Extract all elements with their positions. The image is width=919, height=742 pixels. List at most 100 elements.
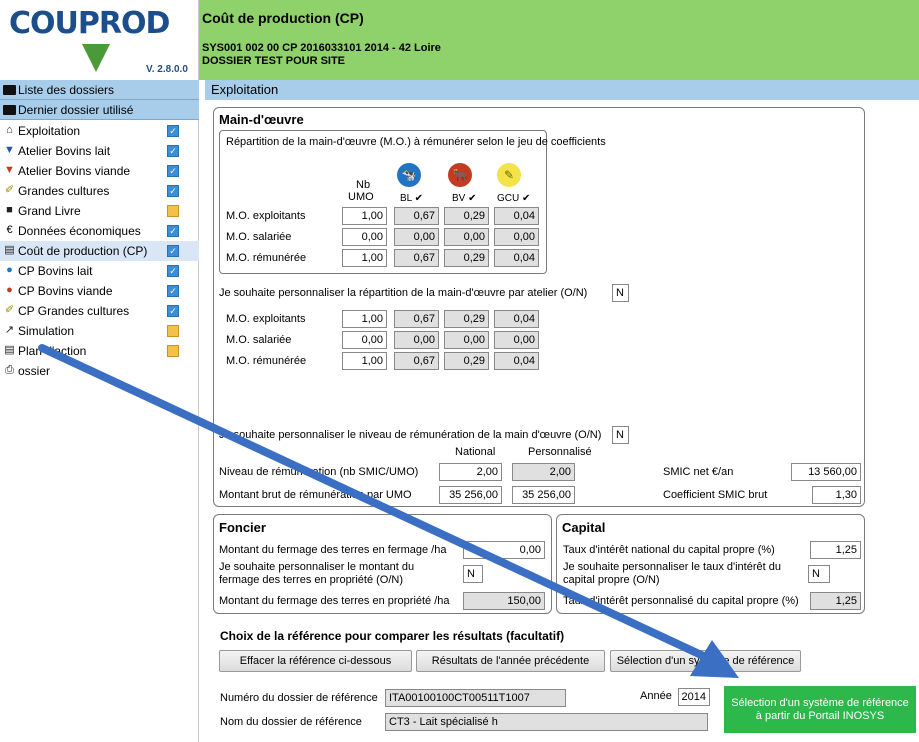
coef-smic-field[interactable]: 1,30 bbox=[812, 486, 861, 504]
mo-value-field[interactable]: 0,00 bbox=[342, 228, 387, 246]
sidebar-item-label: CP Grandes cultures bbox=[18, 304, 130, 318]
row-label: M.O. exploitants bbox=[226, 210, 306, 222]
mo-value-field[interactable]: 1,00 bbox=[342, 249, 387, 267]
mo-value-field[interactable]: 0,29 bbox=[444, 310, 489, 328]
ref-year-label: Année bbox=[640, 690, 672, 702]
capital-personnalise-field[interactable]: 1,25 bbox=[810, 592, 861, 610]
dairy-cow-icon: 🐄 bbox=[397, 163, 421, 187]
status-checkbox[interactable]: ✓ bbox=[167, 225, 179, 237]
sidebar-item-label: Grand Livre bbox=[18, 204, 81, 218]
foncier-title: Foncier bbox=[219, 520, 266, 535]
section-bar: Exploitation bbox=[205, 80, 919, 100]
mo-value-field[interactable]: 0,29 bbox=[444, 207, 489, 225]
mo-value-field[interactable]: 0,04 bbox=[494, 352, 539, 370]
montant-national-field[interactable]: 35 256,00 bbox=[439, 486, 502, 504]
sidebar-item[interactable]: ▼ Atelier Bovins viande ✓ bbox=[0, 161, 199, 181]
status-checkbox[interactable]: ✓ bbox=[167, 125, 179, 137]
status-checkbox[interactable]: ✓ bbox=[167, 245, 179, 257]
status-checkbox[interactable]: ✓ bbox=[167, 285, 179, 297]
sidebar-head-label: Dernier dossier utilisé bbox=[18, 103, 134, 117]
status-checkbox[interactable] bbox=[167, 325, 179, 337]
clear-reference-button[interactable]: Effacer la référence ci-dessous bbox=[219, 650, 412, 672]
capital-national-label: Taux d'intérêt national du capital propr… bbox=[563, 544, 775, 556]
app-logo: COUPROD bbox=[9, 6, 170, 41]
status-checkbox[interactable] bbox=[167, 205, 179, 217]
mo-value-field[interactable]: 0,67 bbox=[394, 207, 439, 225]
mo-value-field[interactable]: 0,00 bbox=[494, 228, 539, 246]
sidebar-item[interactable]: ✐ CP Grandes cultures ✓ bbox=[0, 301, 199, 321]
montant-personnalise-field[interactable]: 35 256,00 bbox=[512, 486, 575, 504]
mo-value-field[interactable]: 0,00 bbox=[394, 331, 439, 349]
sidebar-item[interactable]: ● CP Bovins viande ✓ bbox=[0, 281, 199, 301]
foncier-perso-label-2: fermage des terres en propriété (O/N) bbox=[219, 574, 404, 586]
niveau-national-field[interactable]: 2,00 bbox=[439, 463, 502, 481]
sidebar-item[interactable]: ▼ Atelier Bovins lait ✓ bbox=[0, 141, 199, 161]
cow-head-icon: ▼ bbox=[4, 164, 15, 176]
wheat-icon: ✎ bbox=[497, 163, 521, 187]
sidebar-dossier-list[interactable]: Liste des dossiers bbox=[0, 80, 199, 100]
sidebar-item-label: Atelier Bovins viande bbox=[18, 164, 131, 178]
mo-value-field[interactable]: 0,00 bbox=[444, 228, 489, 246]
sidebar-item[interactable]: ⌂ Exploitation ✓ bbox=[0, 121, 199, 141]
sidebar-item[interactable]: ✐ Grandes cultures ✓ bbox=[0, 181, 199, 201]
row-label: M.O. rémunérée bbox=[226, 252, 307, 264]
sidebar-item[interactable]: ▤ Coût de production (CP) ✓ bbox=[0, 241, 199, 261]
mo-value-field[interactable]: 0,00 bbox=[494, 331, 539, 349]
row-label: M.O. exploitants bbox=[226, 313, 306, 325]
status-checkbox[interactable]: ✓ bbox=[167, 305, 179, 317]
dossier-code: SYS001 002 00 CP 2016033101 2014 - 42 Lo… bbox=[202, 42, 441, 54]
wheat-icon: ✐ bbox=[4, 184, 15, 196]
ref-title: Choix de la référence pour comparer les … bbox=[220, 629, 565, 643]
status-checkbox[interactable]: ✓ bbox=[167, 145, 179, 157]
logo-drop-icon bbox=[82, 44, 110, 72]
sidebar-item-label: Simulation bbox=[18, 324, 75, 338]
sidebar-item-label: Atelier Bovins lait bbox=[18, 144, 111, 158]
mo-value-field[interactable]: 0,00 bbox=[444, 331, 489, 349]
smic-field[interactable]: 13 560,00 bbox=[791, 463, 861, 481]
sidebar-item[interactable]: ▤ Plan d'action bbox=[0, 341, 199, 361]
sidebar-item[interactable]: ⎙ ossier bbox=[0, 361, 199, 381]
status-checkbox[interactable]: ✓ bbox=[167, 265, 179, 277]
inosys-button-line-1: Sélection d'un système de référence bbox=[731, 697, 909, 709]
mo-value-field[interactable]: 0,00 bbox=[342, 331, 387, 349]
sidebar-item-label: ossier bbox=[18, 364, 51, 378]
status-checkbox[interactable]: ✓ bbox=[167, 185, 179, 197]
sidebar-last-dossier[interactable]: Dernier dossier utilisé bbox=[0, 100, 199, 120]
mo-value-field[interactable]: 0,04 bbox=[494, 249, 539, 267]
col-national: National bbox=[455, 446, 496, 458]
foncier-perso-field[interactable]: N bbox=[463, 565, 483, 583]
mo-value-field[interactable]: 0,67 bbox=[394, 352, 439, 370]
mo-value-field[interactable]: 0,67 bbox=[394, 249, 439, 267]
niveau-personnalise-field[interactable]: 2,00 bbox=[512, 463, 575, 481]
ref-year-field[interactable]: 2014 bbox=[678, 688, 710, 706]
inosys-portal-button[interactable]: Sélection d'un système de référence à pa… bbox=[724, 686, 916, 733]
status-checkbox[interactable] bbox=[167, 345, 179, 357]
status-checkbox[interactable]: ✓ bbox=[167, 165, 179, 177]
perso-repartition-field[interactable]: N bbox=[612, 284, 629, 302]
ref-number-field[interactable]: ITA00100100CT00511T1007 bbox=[385, 689, 566, 707]
mo-value-field[interactable]: 1,00 bbox=[342, 207, 387, 225]
mo-value-field[interactable]: 0,04 bbox=[494, 207, 539, 225]
sidebar-item[interactable]: ■ Grand Livre bbox=[0, 201, 199, 221]
mo-value-field[interactable]: 0,29 bbox=[444, 352, 489, 370]
foncier-fermage-field[interactable]: 0,00 bbox=[463, 541, 545, 559]
mo-value-field[interactable]: 1,00 bbox=[342, 310, 387, 328]
sidebar-item[interactable]: ↗ Simulation bbox=[0, 321, 199, 341]
mo-value-field[interactable]: 1,00 bbox=[342, 352, 387, 370]
perso-remuneration-field[interactable]: N bbox=[612, 426, 629, 444]
book-icon: ■ bbox=[6, 204, 13, 216]
mo-value-field[interactable]: 0,29 bbox=[444, 249, 489, 267]
capital-national-field[interactable]: 1,25 bbox=[810, 541, 861, 559]
inosys-button-line-2: à partir du Portail INOSYS bbox=[755, 710, 885, 722]
previous-year-button[interactable]: Résultats de l'année précédente bbox=[416, 650, 605, 672]
mo-value-field[interactable]: 0,04 bbox=[494, 310, 539, 328]
select-reference-system-button[interactable]: Sélection d'un système de référence bbox=[610, 650, 801, 672]
foncier-propriete-field[interactable]: 150,00 bbox=[463, 592, 545, 610]
capital-perso-field[interactable]: N bbox=[808, 565, 830, 583]
sidebar-item[interactable]: € Données économiques ✓ bbox=[0, 221, 199, 241]
mo-value-field[interactable]: 0,67 bbox=[394, 310, 439, 328]
sidebar-item[interactable]: ● CP Bovins lait ✓ bbox=[0, 261, 199, 281]
ref-name-field[interactable]: CT3 - Lait spécialisé h bbox=[385, 713, 708, 731]
mo-value-field[interactable]: 0,00 bbox=[394, 228, 439, 246]
beef-cow-icon: 🐂 bbox=[448, 163, 472, 187]
